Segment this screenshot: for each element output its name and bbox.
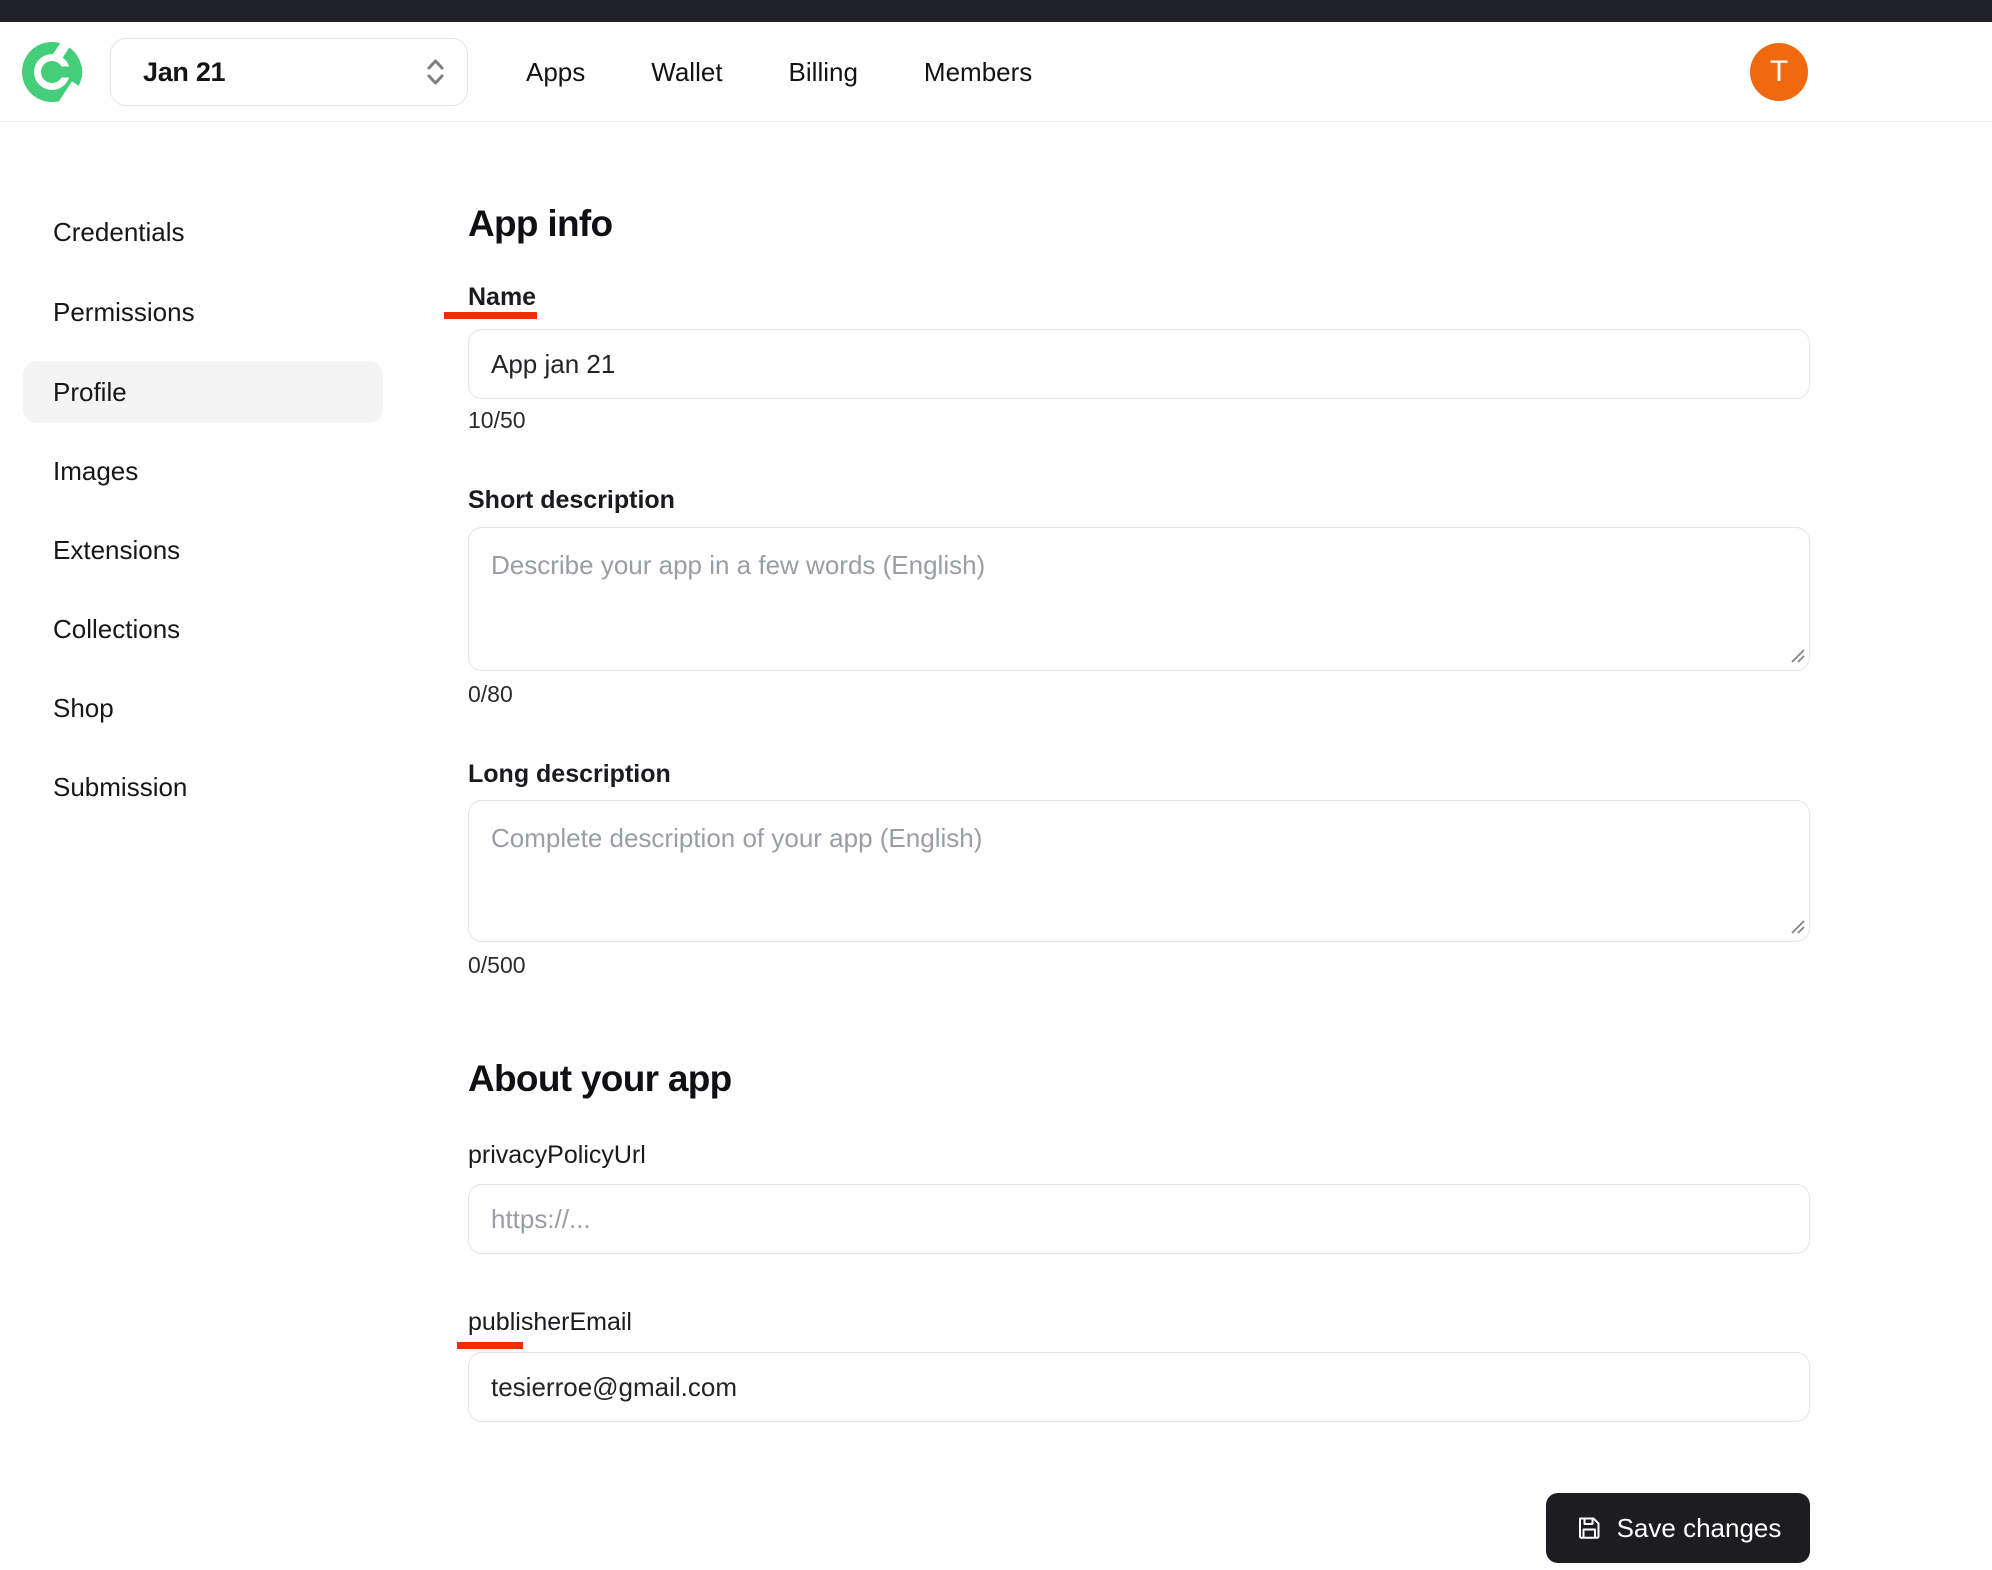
user-avatar[interactable]: T xyxy=(1750,43,1808,101)
app-window: Jan 21 Apps Wallet Billing Members T Cre… xyxy=(0,0,1992,1570)
workspace-selector-value: Jan 21 xyxy=(143,57,225,88)
resize-grip-icon[interactable] xyxy=(1788,646,1806,664)
floppy-disk-icon xyxy=(1575,1514,1603,1542)
publisher-email-label: publisherEmail xyxy=(468,1308,632,1337)
sidebar-item-credentials[interactable]: Credentials xyxy=(23,201,383,263)
long-description-textarea[interactable] xyxy=(468,800,1810,942)
publisher-email-input[interactable] xyxy=(468,1352,1810,1422)
sidebar-item-submission[interactable]: Submission xyxy=(23,756,383,818)
privacy-policy-url-label: privacyPolicyUrl xyxy=(468,1141,646,1170)
short-description-label: Short description xyxy=(468,486,675,515)
sidebar-item-shop[interactable]: Shop xyxy=(23,677,383,739)
unfold-more-icon xyxy=(426,56,445,88)
sidebar-item-profile[interactable]: Profile xyxy=(23,361,383,423)
workspace-selector[interactable]: Jan 21 xyxy=(110,38,468,106)
name-field-label: Name xyxy=(468,283,536,312)
sidebar-item-permissions[interactable]: Permissions xyxy=(23,281,383,343)
primary-nav: Apps Wallet Billing Members xyxy=(526,22,1032,122)
name-input[interactable] xyxy=(468,329,1810,399)
resize-grip-icon[interactable] xyxy=(1788,917,1806,935)
nav-billing[interactable]: Billing xyxy=(789,57,858,88)
privacy-policy-url-input[interactable] xyxy=(468,1184,1810,1254)
annotation-underline-publisher-email xyxy=(457,1342,523,1349)
nav-apps[interactable]: Apps xyxy=(526,57,585,88)
long-description-char-counter: 0/500 xyxy=(468,952,526,979)
name-char-counter: 10/50 xyxy=(468,407,526,434)
section-title-about: About your app xyxy=(468,1058,732,1100)
save-changes-button[interactable]: Save changes xyxy=(1546,1493,1810,1563)
sidebar-item-images[interactable]: Images xyxy=(23,440,383,502)
window-top-strip xyxy=(0,0,1992,22)
section-title-app-info: App info xyxy=(468,203,612,245)
sidebar-item-collections[interactable]: Collections xyxy=(23,598,383,660)
header-bar: Jan 21 Apps Wallet Billing Members T xyxy=(0,22,1992,122)
short-description-textarea[interactable] xyxy=(468,527,1810,671)
nav-members[interactable]: Members xyxy=(924,57,1032,88)
nav-wallet[interactable]: Wallet xyxy=(651,57,722,88)
annotation-underline-name xyxy=(444,312,537,319)
sidebar-item-extensions[interactable]: Extensions xyxy=(23,519,383,581)
avatar-initial: T xyxy=(1770,55,1788,89)
save-changes-label: Save changes xyxy=(1617,1513,1782,1544)
long-description-label: Long description xyxy=(468,760,671,789)
short-description-char-counter: 0/80 xyxy=(468,681,513,708)
brand-logo-icon[interactable] xyxy=(22,42,82,102)
